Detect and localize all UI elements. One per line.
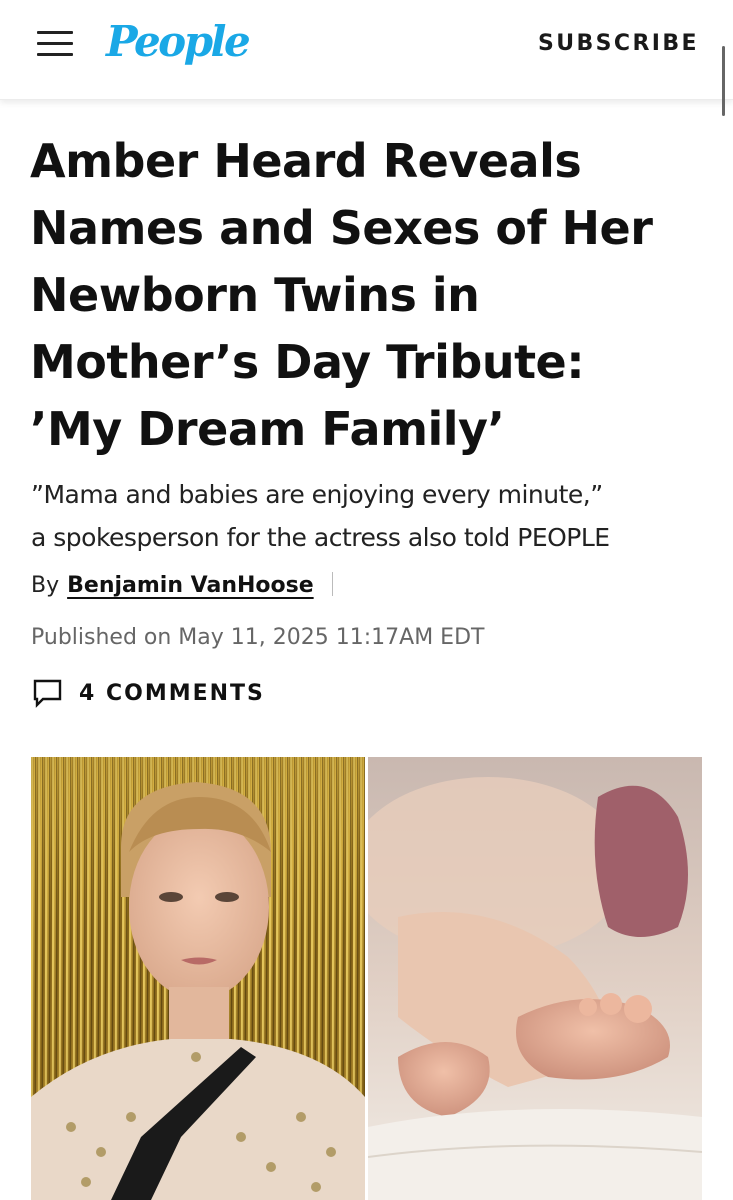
byline-divider [331,572,333,596]
headline-line: Names and Sexes of Her [30,201,653,255]
article-subheading: ”Mama and babies are enjoying every minu… [31,473,711,559]
comments-button[interactable]: 4 COMMENTS [33,675,265,711]
woman-photo-image [31,757,365,1200]
photo-woman-gold-backdrop[interactable] [31,757,365,1200]
dek-line: ”Mama and babies are enjoying every minu… [31,480,603,509]
article-headline: Amber Heard Reveals Names and Sexes of H… [30,128,710,463]
headline-line: Newborn Twins in [30,268,480,322]
headline-line: ’My Dream Family’ [30,402,505,456]
author-link[interactable]: Benjamin VanHoose [67,573,314,598]
byline-prefix: By [31,573,60,598]
dek-line: a spokesperson for the actress also told… [31,523,610,552]
hamburger-menu-icon[interactable] [37,31,73,57]
photo-baby-feet[interactable] [368,757,702,1200]
subscribe-button[interactable]: SUBSCRIBE [538,29,699,59]
people-logo[interactable]: People [106,14,251,70]
scrollbar[interactable] [722,46,725,116]
byline: By Benjamin VanHoose [31,568,333,604]
headline-line: Mother’s Day Tribute: [30,335,585,389]
comments-count: 4 COMMENTS [79,680,265,706]
site-header: People SUBSCRIBE [0,0,733,100]
headline-line: Amber Heard Reveals [30,134,582,188]
baby-feet-photo-image [368,757,702,1200]
speech-bubble-icon [33,679,62,708]
published-date: Published on May 11, 2025 11:17AM EDT [31,625,485,650]
